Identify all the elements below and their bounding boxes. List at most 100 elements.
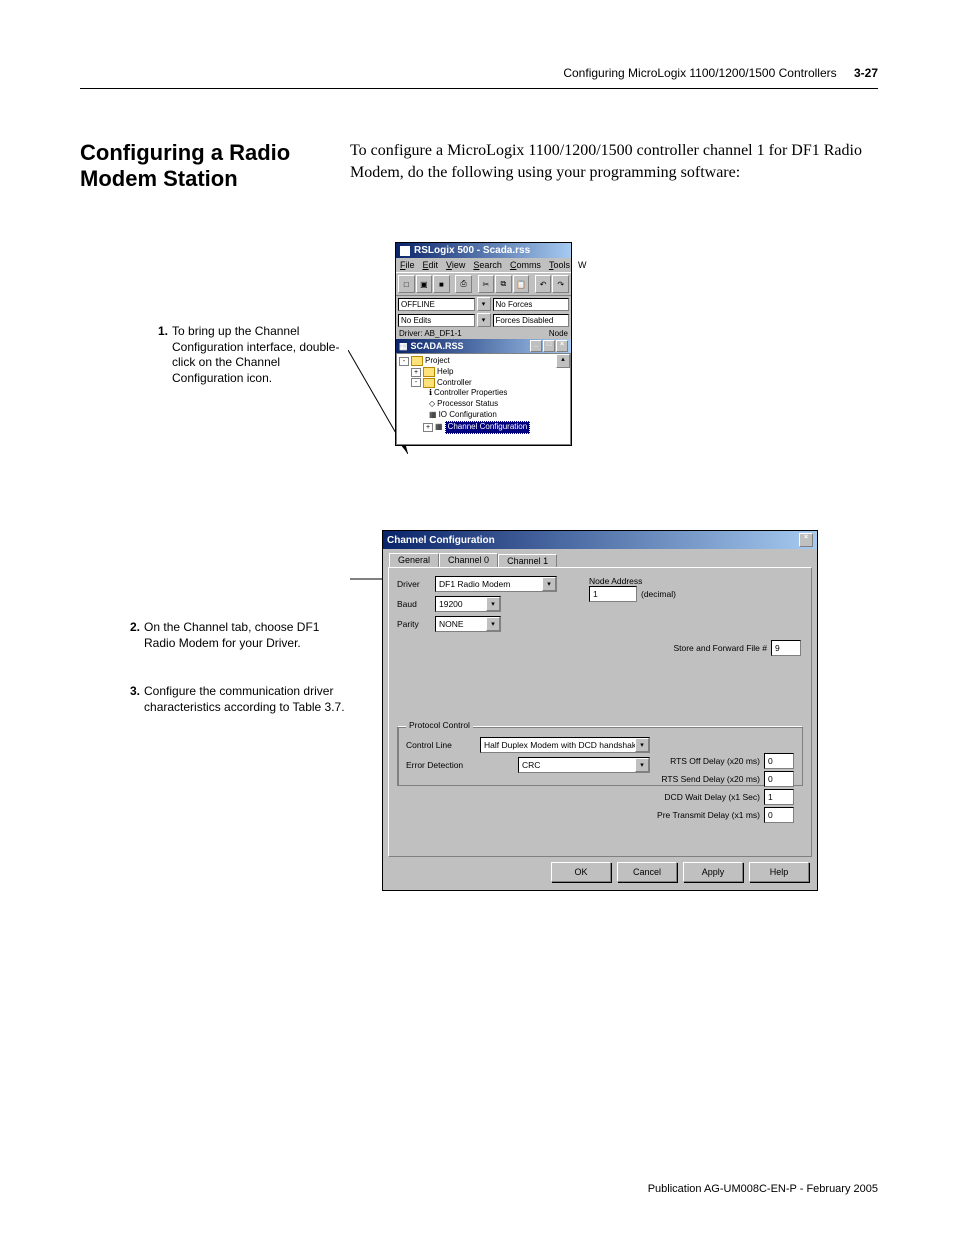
- status-row-1: OFFLINE ▾ No Forces: [396, 296, 571, 312]
- close-icon[interactable]: ×: [556, 340, 568, 352]
- channel-icon: ▦: [435, 422, 443, 433]
- offline-field: OFFLINE: [398, 298, 475, 311]
- header-rule: [80, 88, 878, 89]
- undo-icon[interactable]: ↶: [535, 275, 552, 293]
- project-tree[interactable]: ▴ -Project +Help -Controller ℹController…: [396, 353, 571, 445]
- chevron-down-icon[interactable]: ▾: [542, 577, 556, 591]
- pre-transmit-label: Pre Transmit Delay (x1 ms): [657, 810, 760, 820]
- step-1-number: 1.: [158, 324, 168, 386]
- redo-icon[interactable]: ↷: [552, 275, 569, 293]
- sub-window-titlebar: ▦ SCADA.RSS _ □ ×: [396, 339, 571, 353]
- pre-transmit-input[interactable]: 0: [764, 807, 794, 823]
- chevron-down-icon[interactable]: ▾: [486, 597, 500, 611]
- window-titlebar: RSLogix 500 - Scada.rss: [396, 243, 571, 258]
- sub-window-title: SCADA.RSS: [411, 341, 464, 351]
- store-forward-label: Store and Forward File #: [673, 643, 767, 653]
- save-icon[interactable]: ■: [433, 275, 450, 293]
- step-1-text: To bring up the Channel Configuration in…: [172, 324, 348, 386]
- app-icon: [400, 246, 410, 256]
- collapse-icon[interactable]: -: [399, 357, 409, 366]
- driver-label: Driver: [397, 579, 431, 589]
- tab-general[interactable]: General: [389, 553, 439, 567]
- node-address-input[interactable]: 1: [589, 586, 637, 602]
- driver-row: Driver: AB_DF1-1 Node: [396, 328, 571, 339]
- dialog-title: Channel Configuration: [387, 535, 495, 546]
- dropdown-icon[interactable]: ▾: [477, 297, 491, 311]
- driver-combo[interactable]: DF1 Radio Modem ▾: [435, 576, 557, 592]
- cut-icon[interactable]: ✂: [478, 275, 495, 293]
- copy-icon[interactable]: ⧉: [495, 275, 512, 293]
- menu-view[interactable]: View: [442, 259, 469, 271]
- tree-controller-props[interactable]: Controller Properties: [434, 388, 507, 399]
- tree-processor-status[interactable]: Processor Status: [437, 399, 498, 410]
- expand-icon[interactable]: +: [423, 423, 433, 432]
- tree-io-config[interactable]: IO Configuration: [439, 410, 497, 421]
- collapse-icon[interactable]: -: [411, 378, 421, 387]
- error-detection-combo[interactable]: CRC ▾: [518, 757, 650, 773]
- status-row-2: No Edits ▾ Forces Disabled: [396, 312, 571, 328]
- print-icon[interactable]: ⎙: [455, 275, 472, 293]
- noedits-field: No Edits: [398, 314, 475, 327]
- chevron-down-icon[interactable]: ▾: [486, 617, 500, 631]
- page-header: Configuring MicroLogix 1100/1200/1500 Co…: [563, 66, 878, 80]
- control-line-combo[interactable]: Half Duplex Modem with DCD handshakin ▾: [480, 737, 650, 753]
- status-icon: ◇: [429, 399, 435, 410]
- cancel-button[interactable]: Cancel: [617, 862, 677, 882]
- step-3-number: 3.: [130, 684, 140, 715]
- chapter-title: Configuring MicroLogix 1100/1200/1500 Co…: [563, 66, 836, 80]
- step-3: 3. Configure the communication driver ch…: [130, 684, 350, 715]
- folder-icon: [423, 367, 435, 377]
- tab-body: Driver DF1 Radio Modem ▾ Baud 19200 ▾ Pa…: [388, 567, 812, 857]
- maximize-icon[interactable]: □: [543, 340, 555, 352]
- tree-help[interactable]: Help: [437, 367, 453, 378]
- paste-icon[interactable]: 📋: [513, 275, 530, 293]
- tree-project[interactable]: Project: [425, 356, 450, 367]
- parity-label: Parity: [397, 619, 431, 629]
- rts-send-input[interactable]: 0: [764, 771, 794, 787]
- menu-comms[interactable]: Comms: [506, 259, 545, 271]
- baud-combo[interactable]: 19200 ▾: [435, 596, 501, 612]
- ok-button[interactable]: OK: [551, 862, 611, 882]
- folder-icon: [411, 356, 423, 366]
- chevron-down-icon[interactable]: ▾: [635, 738, 649, 752]
- tab-channel-1[interactable]: Channel 1: [498, 554, 557, 568]
- dropdown-icon[interactable]: ▾: [477, 313, 491, 327]
- dcd-wait-label: DCD Wait Delay (x1 Sec): [664, 792, 760, 802]
- scada-file-icon: ▦: [399, 341, 408, 352]
- menu-edit[interactable]: Edit: [419, 259, 443, 271]
- tree-controller[interactable]: Controller: [437, 378, 472, 389]
- driver-value: DF1 Radio Modem: [436, 579, 542, 589]
- section-title: Configuring a Radio Modem Station: [80, 140, 340, 193]
- minimize-icon[interactable]: _: [530, 340, 542, 352]
- dcd-wait-input[interactable]: 1: [764, 789, 794, 805]
- expand-icon[interactable]: +: [411, 368, 421, 377]
- error-detection-label: Error Detection: [406, 760, 476, 770]
- error-detection-value: CRC: [519, 760, 635, 770]
- menu-search[interactable]: Search: [469, 259, 506, 271]
- menu-extra[interactable]: W: [574, 259, 591, 271]
- rts-off-input[interactable]: 0: [764, 753, 794, 769]
- dialog-titlebar: Channel Configuration ×: [383, 531, 817, 549]
- tree-channel-config[interactable]: Channel Configuration: [445, 421, 531, 434]
- tab-channel-0[interactable]: Channel 0: [439, 553, 498, 567]
- open-icon[interactable]: ▣: [416, 275, 433, 293]
- store-forward-input[interactable]: 9: [771, 640, 801, 656]
- menu-file[interactable]: File: [396, 259, 419, 271]
- channel-config-dialog: Channel Configuration × General Channel …: [382, 530, 818, 891]
- parity-combo[interactable]: NONE ▾: [435, 616, 501, 632]
- step-1: 1. To bring up the Channel Configuration…: [158, 324, 348, 386]
- scroll-up-icon[interactable]: ▴: [556, 354, 570, 368]
- decimal-label: (decimal): [641, 589, 676, 599]
- help-button[interactable]: Help: [749, 862, 809, 882]
- intro-paragraph: To configure a MicroLogix 1100/1200/1500…: [350, 140, 880, 183]
- menu-tools[interactable]: Tools: [545, 259, 574, 271]
- baud-value: 19200: [436, 599, 486, 609]
- new-icon[interactable]: □: [398, 275, 415, 293]
- dialog-tabs: General Channel 0 Channel 1: [383, 549, 817, 567]
- control-line-value: Half Duplex Modem with DCD handshakin: [481, 740, 635, 750]
- chevron-down-icon[interactable]: ▾: [635, 758, 649, 772]
- step-2-text: On the Channel tab, choose DF1 Radio Mod…: [144, 620, 350, 651]
- protocol-control-legend: Protocol Control: [406, 720, 473, 730]
- apply-button[interactable]: Apply: [683, 862, 743, 882]
- close-icon[interactable]: ×: [799, 533, 813, 547]
